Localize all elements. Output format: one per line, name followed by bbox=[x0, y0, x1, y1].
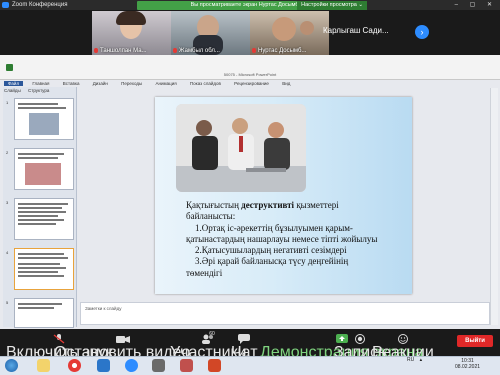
slide-text-line: төмендігі bbox=[186, 267, 223, 278]
thumb-line bbox=[18, 103, 58, 105]
thumb-line bbox=[18, 303, 62, 305]
taskbar-clock[interactable]: 10:31 08.02.2021 bbox=[455, 358, 480, 370]
ribbon-tab-transitions[interactable]: Переходы bbox=[121, 81, 142, 86]
thumb-line bbox=[18, 253, 64, 255]
slide-text-line: 3.Әрі қарай байланысқа түсу деңгейінің bbox=[195, 256, 349, 267]
thumbnail-number: 1 bbox=[6, 100, 9, 105]
slide-thumbnail[interactable] bbox=[14, 198, 74, 240]
tray-arrow-icon[interactable]: ▴ bbox=[420, 357, 423, 363]
zoom-logo-icon bbox=[2, 2, 9, 8]
thumbnail-number: 2 bbox=[6, 150, 9, 155]
slide-thumbnail[interactable] bbox=[14, 298, 74, 328]
thumb-line bbox=[18, 203, 68, 205]
tab-outline[interactable]: Структура bbox=[28, 88, 49, 93]
ribbon-tab-file[interactable]: Файл bbox=[4, 81, 24, 86]
participant-tile[interactable]: Нуртас Досымб... bbox=[250, 11, 329, 55]
smiley-icon bbox=[397, 331, 409, 344]
thumbnail-number: 4 bbox=[6, 250, 9, 255]
view-options-button[interactable]: Настройки просмотра ⌄ bbox=[297, 1, 367, 10]
clock-date: 08.02.2021 bbox=[455, 364, 481, 370]
slide-text-emphasis: деструктивті bbox=[241, 200, 295, 210]
slide-body-text: Қақтығыстың деструктивті қызметтері байл… bbox=[186, 200, 406, 279]
thumb-line bbox=[18, 275, 64, 277]
notes-placeholder: Заметки к слайду bbox=[85, 306, 122, 311]
window-title: Zoom Конференция bbox=[12, 2, 68, 8]
thumb-line bbox=[18, 267, 66, 269]
participant-name: Жамбыл обл... bbox=[179, 48, 220, 54]
vertical-scrollbar[interactable] bbox=[490, 88, 498, 325]
slide-thumbnail[interactable] bbox=[14, 98, 74, 140]
slide-text-line: 1.Ортақ іс-әрекеттің бұзылуымен қарым- bbox=[195, 222, 353, 233]
thumb-picture bbox=[25, 163, 61, 185]
participant-tile[interactable]: Жамбыл обл... bbox=[171, 11, 250, 55]
thumb-line bbox=[18, 219, 64, 221]
ppt-document-title: 50075 - Microsoft PowerPoint bbox=[223, 72, 277, 77]
zoom-taskbar-icon[interactable] bbox=[125, 359, 138, 372]
slide-photo bbox=[176, 104, 306, 192]
powerpoint-taskbar-icon[interactable] bbox=[208, 359, 221, 372]
window-controls[interactable]: – ▢ ✕ bbox=[455, 0, 497, 10]
thumb-picture bbox=[29, 113, 59, 135]
slide-text-line: қатынастардың нашарлауы немесе тіпті жой… bbox=[186, 233, 378, 244]
system-tray[interactable]: RU ▴ bbox=[407, 357, 422, 363]
participant-name: Таншолпан Ма... bbox=[100, 48, 147, 54]
participant-avatar bbox=[272, 17, 296, 41]
office-conflict-illustration bbox=[176, 104, 306, 192]
slide-notes[interactable]: Заметки к слайду bbox=[80, 302, 490, 325]
ribbon-tab-view[interactable]: Вид bbox=[282, 81, 290, 86]
thumb-line bbox=[18, 107, 66, 109]
next-page-button[interactable]: › bbox=[415, 25, 429, 39]
mic-muted-icon bbox=[173, 47, 177, 53]
slide-thumbnail-selected[interactable] bbox=[14, 248, 74, 290]
record-icon bbox=[354, 331, 366, 344]
thumb-line bbox=[18, 211, 66, 213]
input-language[interactable]: RU bbox=[407, 357, 414, 363]
participants-icon: 60 bbox=[195, 331, 221, 344]
ribbon-tab-slideshow[interactable]: Показ слайдов bbox=[190, 81, 221, 86]
second-person-shape bbox=[300, 21, 314, 35]
active-speaker-name[interactable]: Карлыгаш Сади... bbox=[323, 26, 389, 35]
tab-slides[interactable]: Слайды bbox=[4, 88, 21, 93]
app-icon[interactable] bbox=[97, 359, 110, 372]
mic-muted-icon bbox=[252, 47, 256, 53]
yandex-browser-icon[interactable] bbox=[68, 359, 81, 372]
thumb-line bbox=[18, 263, 60, 265]
thumb-line bbox=[18, 223, 56, 225]
participant-name: Нуртас Досымб... bbox=[258, 48, 307, 54]
hair-shape bbox=[116, 11, 146, 25]
thumb-line bbox=[18, 307, 54, 309]
powerpoint-taskbar-icon[interactable] bbox=[180, 359, 193, 372]
thumb-line bbox=[18, 153, 64, 155]
thumbnail-number: 3 bbox=[6, 200, 9, 205]
banner-text: Вы просматриваете экран Нуртас Досымбаев… bbox=[190, 2, 314, 8]
panel-tabs: Слайды Структура bbox=[4, 88, 55, 93]
ribbon-tab-review[interactable]: Рецензирование bbox=[234, 81, 269, 86]
mic-muted-icon bbox=[94, 47, 98, 53]
ribbon-tab-animations[interactable]: Анимация bbox=[156, 81, 177, 86]
file-explorer-icon[interactable] bbox=[37, 359, 50, 372]
thumb-line bbox=[18, 271, 58, 273]
slide-text-line: 2.Қатысушылардың негативті сезімдері bbox=[195, 245, 347, 256]
participants-count: 60 bbox=[209, 331, 215, 337]
app-icon[interactable] bbox=[152, 359, 165, 372]
leave-meeting-button[interactable]: Выйти bbox=[457, 335, 493, 347]
slide-text-line: Қақтығыстың bbox=[186, 200, 242, 210]
ribbon-tab-insert[interactable]: Вставка bbox=[63, 81, 80, 86]
thumb-line bbox=[18, 215, 58, 217]
slide-text-line: байланысты: bbox=[186, 211, 236, 222]
ribbon-tab-design[interactable]: Дизайн bbox=[93, 81, 108, 86]
ribbon-tab-home[interactable]: Главная bbox=[32, 81, 49, 86]
chat-bubble-icon bbox=[238, 331, 251, 344]
video-camera-icon bbox=[116, 331, 131, 343]
thumb-line bbox=[18, 157, 58, 159]
screen-share-banner: Вы просматриваете экран Нуртас Досымбаев… bbox=[137, 1, 367, 10]
thumbnail-number: 5 bbox=[6, 300, 9, 305]
slide-thumbnail[interactable] bbox=[14, 148, 74, 190]
slide-text-line: қызметтері bbox=[294, 200, 339, 210]
start-button-icon[interactable] bbox=[5, 359, 18, 372]
participant-tile[interactable]: Таншолпан Ма... bbox=[92, 11, 171, 55]
security-shield-icon bbox=[6, 64, 13, 71]
thumb-line bbox=[18, 257, 68, 259]
thumb-line bbox=[18, 207, 62, 209]
